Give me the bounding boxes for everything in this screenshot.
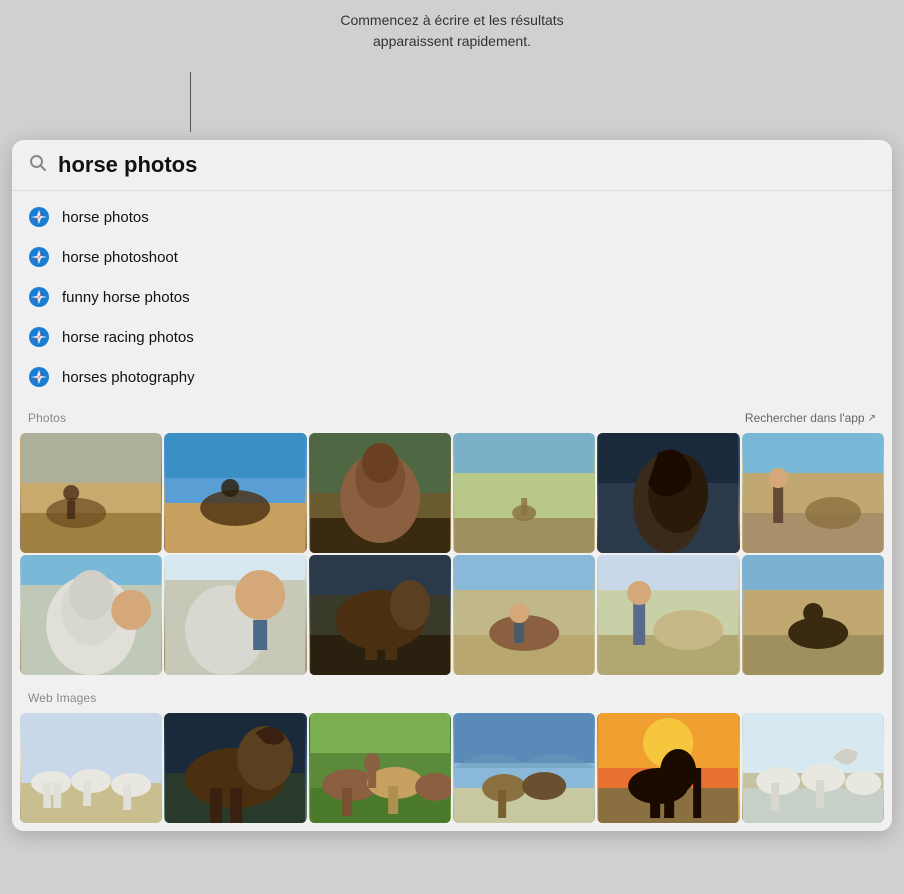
external-link-icon: ↗	[868, 413, 876, 424]
safari-icon-2	[28, 246, 50, 268]
photo-cell-4[interactable]	[453, 433, 595, 553]
safari-icon-1	[28, 206, 50, 228]
photos-section-header: Photos Rechercher dans l'app ↗	[12, 403, 892, 429]
suggestion-item-3[interactable]: funny horse photos	[12, 277, 892, 317]
photo-cell-1[interactable]	[20, 433, 162, 553]
suggestion-label-4: horse racing photos	[62, 329, 194, 346]
tooltip-line2: apparaissent rapidement.	[340, 31, 563, 52]
photo-cell-6[interactable]	[742, 433, 884, 553]
search-bar: horse photos	[12, 140, 892, 191]
photo-cell-7[interactable]	[20, 555, 162, 675]
photo-cell-12[interactable]	[742, 555, 884, 675]
web-images-section-title: Web Images	[28, 691, 96, 705]
search-panel: horse photos horse photos horse photosho…	[12, 140, 892, 831]
search-icon	[28, 153, 48, 178]
suggestions-list: horse photos horse photoshoot funny hors…	[12, 191, 892, 403]
callout-line	[190, 72, 191, 132]
safari-icon-4	[28, 326, 50, 348]
photos-section-title: Photos	[28, 411, 66, 425]
photo-cell-11[interactable]	[597, 555, 739, 675]
suggestion-item-1[interactable]: horse photos	[12, 197, 892, 237]
web-image-1[interactable]	[20, 713, 162, 823]
search-input[interactable]: horse photos	[58, 152, 876, 178]
web-image-4[interactable]	[453, 713, 595, 823]
suggestion-item-5[interactable]: horses photography	[12, 357, 892, 397]
photo-cell-3[interactable]	[309, 433, 451, 553]
web-images-section-header: Web Images	[12, 683, 892, 709]
suggestion-label-2: horse photoshoot	[62, 249, 178, 266]
safari-icon-3	[28, 286, 50, 308]
tooltip: Commencez à écrire et les résultats appa…	[340, 10, 563, 52]
photo-cell-10[interactable]	[453, 555, 595, 675]
photo-cell-9[interactable]	[309, 555, 451, 675]
suggestion-label-1: horse photos	[62, 209, 149, 226]
web-image-5[interactable]	[597, 713, 739, 823]
suggestion-label-3: funny horse photos	[62, 289, 190, 306]
search-in-app-link[interactable]: Rechercher dans l'app ↗	[745, 411, 876, 425]
suggestion-item-2[interactable]: horse photoshoot	[12, 237, 892, 277]
photo-cell-8[interactable]	[164, 555, 306, 675]
web-images-grid	[12, 709, 892, 831]
suggestion-item-4[interactable]: horse racing photos	[12, 317, 892, 357]
suggestion-label-5: horses photography	[62, 369, 195, 386]
web-image-2[interactable]	[164, 713, 306, 823]
photo-cell-5[interactable]	[597, 433, 739, 553]
safari-icon-5	[28, 366, 50, 388]
photo-cell-2[interactable]	[164, 433, 306, 553]
web-image-3[interactable]	[309, 713, 451, 823]
photos-grid	[12, 429, 892, 683]
web-image-6[interactable]	[742, 713, 884, 823]
tooltip-line1: Commencez à écrire et les résultats	[340, 10, 563, 31]
